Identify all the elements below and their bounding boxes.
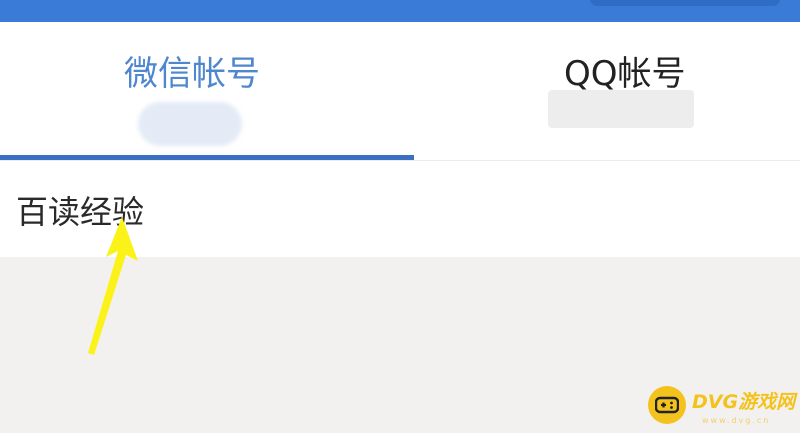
tab-qq-account[interactable]: QQ帐号 [414,22,800,160]
gamepad-icon [648,386,686,424]
obscured-qq-id [548,90,694,128]
annotation-arrow-shape [88,217,138,355]
watermark-url: www.dvg.cn [702,416,771,425]
top-bar-pill [590,0,780,6]
tab-wechat-label: 微信帐号 [124,54,260,94]
watermark-text: DVG游戏网 [692,391,796,413]
tab-wechat-account[interactable]: 微信帐号 [0,22,414,160]
annotation-arrow-icon [88,217,138,355]
top-bar [0,0,800,22]
account-tabs: 微信帐号 QQ帐号 [0,22,800,160]
obscured-wechat-id [138,102,242,146]
watermark: DVG游戏网 www.dvg.cn [640,380,800,430]
